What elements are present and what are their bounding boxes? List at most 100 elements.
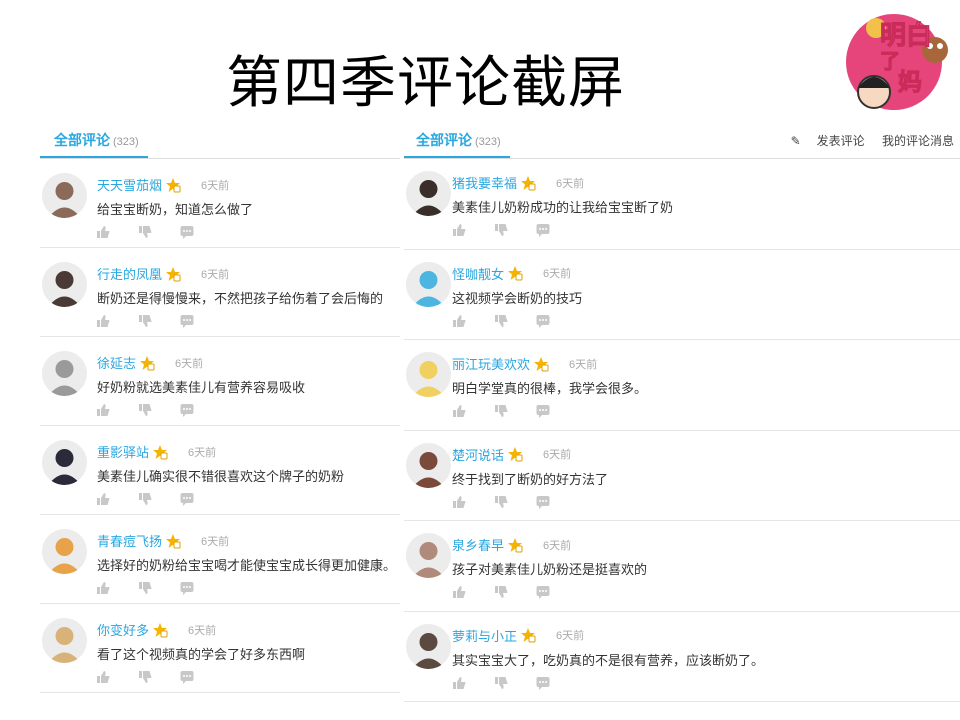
comment-username[interactable]: 你变好多 6天前 <box>97 620 216 639</box>
thumbs-up-icon[interactable] <box>452 223 466 237</box>
comment-item: 怪咖靓女 6天前 这视频学会断奶的技巧 <box>404 250 960 340</box>
comment-action-bar <box>452 223 578 237</box>
reply-icon[interactable] <box>536 314 550 328</box>
comment-time: 6天前 <box>569 358 598 371</box>
avatar[interactable] <box>406 442 451 488</box>
vip-badge-icon <box>139 355 155 371</box>
comment-action-bar <box>96 403 222 417</box>
tab-all-comments[interactable]: 全部评论 (323) <box>40 124 148 158</box>
thumbs-up-icon[interactable] <box>96 403 110 417</box>
thumbs-down-icon[interactable] <box>138 492 152 506</box>
thumbs-down-icon[interactable] <box>494 676 508 690</box>
comment-time: 6天前 <box>556 177 585 190</box>
comment-username[interactable]: 丽江玩美欢欢 6天前 <box>452 354 597 373</box>
username-text: 你变好多 <box>97 623 150 638</box>
thumbs-down-icon[interactable] <box>494 223 508 237</box>
comment-time: 6天前 <box>556 630 585 642</box>
avatar[interactable] <box>42 440 87 485</box>
comment-username[interactable]: 徐延志 6天前 <box>97 353 203 372</box>
thumbs-down-icon[interactable] <box>494 314 508 328</box>
comment-username[interactable]: 重影驿站 6天前 <box>97 442 216 461</box>
avatar[interactable] <box>406 171 451 216</box>
avatar[interactable] <box>42 351 87 396</box>
tab-label: 全部评论 <box>54 132 110 148</box>
thumbs-up-icon[interactable] <box>96 314 110 328</box>
comment-username[interactable]: 怪咖靓女 6天前 <box>452 264 571 283</box>
thumbs-up-icon[interactable] <box>452 676 466 690</box>
thumbs-up-icon[interactable] <box>96 670 110 684</box>
my-comment-messages-link[interactable]: 我的评论消息 <box>882 134 954 148</box>
comment-time: 6天前 <box>201 535 230 548</box>
username-text: 青春痘飞扬 <box>97 534 163 549</box>
username-text: 丽江玩美欢欢 <box>452 357 531 372</box>
comment-username[interactable]: 萝莉与小正 6天前 <box>452 626 584 645</box>
thumbs-down-icon[interactable] <box>494 585 508 599</box>
avatar[interactable] <box>42 618 87 663</box>
vip-badge-icon <box>165 266 181 282</box>
comment-item: 重影驿站 6天前 美素佳儿确实很不错很喜欢这个牌子的奶粉 <box>40 426 400 515</box>
svg-text:妈: 妈 <box>898 68 922 96</box>
post-comment-button[interactable]: ✎ 发表评论 <box>777 134 865 148</box>
thumbs-down-icon[interactable] <box>138 314 152 328</box>
thumbs-down-icon[interactable] <box>138 670 152 684</box>
avatar[interactable] <box>406 533 451 578</box>
brand-logo: 明白 了 妈 <box>840 4 954 118</box>
comment-text: 明白学堂真的很棒，我学会很多。 <box>452 381 648 396</box>
thumbs-down-icon[interactable] <box>494 495 508 509</box>
vip-badge-icon <box>152 444 168 460</box>
reply-icon[interactable] <box>180 225 194 239</box>
comment-item: 行走的凤凰 6天前 断奶还是得慢慢来，不然把孩子给伤着了会后悔的 <box>40 248 400 337</box>
comment-username[interactable]: 楚河说话 6天前 <box>452 445 571 464</box>
thumbs-down-icon[interactable] <box>138 403 152 417</box>
thumbs-up-icon[interactable] <box>96 581 110 595</box>
thumbs-up-icon[interactable] <box>96 225 110 239</box>
reply-icon[interactable] <box>536 223 550 237</box>
comment-action-bar <box>452 585 578 599</box>
tab-all-comments[interactable]: 全部评论 (323) <box>404 124 510 158</box>
comment-time: 6天前 <box>543 539 572 552</box>
tab-count: (323) <box>475 136 501 148</box>
reply-icon[interactable] <box>180 670 194 684</box>
vip-badge-icon <box>507 446 523 462</box>
reply-icon[interactable] <box>536 585 550 599</box>
comment-username[interactable]: 泉乡春早 6天前 <box>452 535 571 554</box>
thumbs-down-icon[interactable] <box>138 581 152 595</box>
thumbs-up-icon[interactable] <box>452 495 466 509</box>
thumbs-down-icon[interactable] <box>494 404 508 418</box>
avatar[interactable] <box>406 623 451 669</box>
tab-label: 全部评论 <box>416 132 472 148</box>
thumbs-down-icon[interactable] <box>138 225 152 239</box>
avatar[interactable] <box>42 529 87 574</box>
reply-icon[interactable] <box>180 314 194 328</box>
avatar[interactable] <box>42 173 87 218</box>
vip-badge-icon <box>507 265 523 281</box>
pen-icon: ✎ <box>790 134 801 148</box>
reply-icon[interactable] <box>536 404 550 418</box>
comment-username[interactable]: 猪我要幸福 6天前 <box>452 173 584 192</box>
comment-text: 好奶粉就选美素佳儿有营养容易吸收 <box>97 380 306 395</box>
comments-panel-left: 全部评论 (323) 天天雪茄烟 6天前 给宝宝断奶，知道怎么做了 行走的凤凰 6天前 断奶… <box>40 124 400 693</box>
thumbs-up-icon[interactable] <box>452 314 466 328</box>
reply-icon[interactable] <box>536 495 550 509</box>
comment-username[interactable]: 天天雪茄烟 6天前 <box>97 175 229 194</box>
comment-username[interactable]: 行走的凤凰 6天前 <box>97 264 229 283</box>
comment-action-bar <box>96 670 222 684</box>
username-text: 萝莉与小正 <box>452 628 518 644</box>
comment-username[interactable]: 青春痘飞扬 6天前 <box>97 531 229 550</box>
vip-badge-icon <box>520 627 536 643</box>
avatar[interactable] <box>406 352 451 397</box>
thumbs-up-icon[interactable] <box>452 404 466 418</box>
thumbs-up-icon[interactable] <box>452 585 466 599</box>
reply-icon[interactable] <box>180 403 194 417</box>
comment-action-bar <box>96 492 222 506</box>
vip-badge-icon <box>533 356 549 372</box>
reply-icon[interactable] <box>180 492 194 506</box>
vip-badge-icon <box>165 177 181 193</box>
comment-text: 这视频学会断奶的技巧 <box>452 290 583 306</box>
reply-icon[interactable] <box>536 676 550 690</box>
avatar[interactable] <box>406 261 451 307</box>
avatar[interactable] <box>42 262 87 307</box>
comment-action-bar <box>452 676 578 690</box>
reply-icon[interactable] <box>180 581 194 595</box>
thumbs-up-icon[interactable] <box>96 492 110 506</box>
